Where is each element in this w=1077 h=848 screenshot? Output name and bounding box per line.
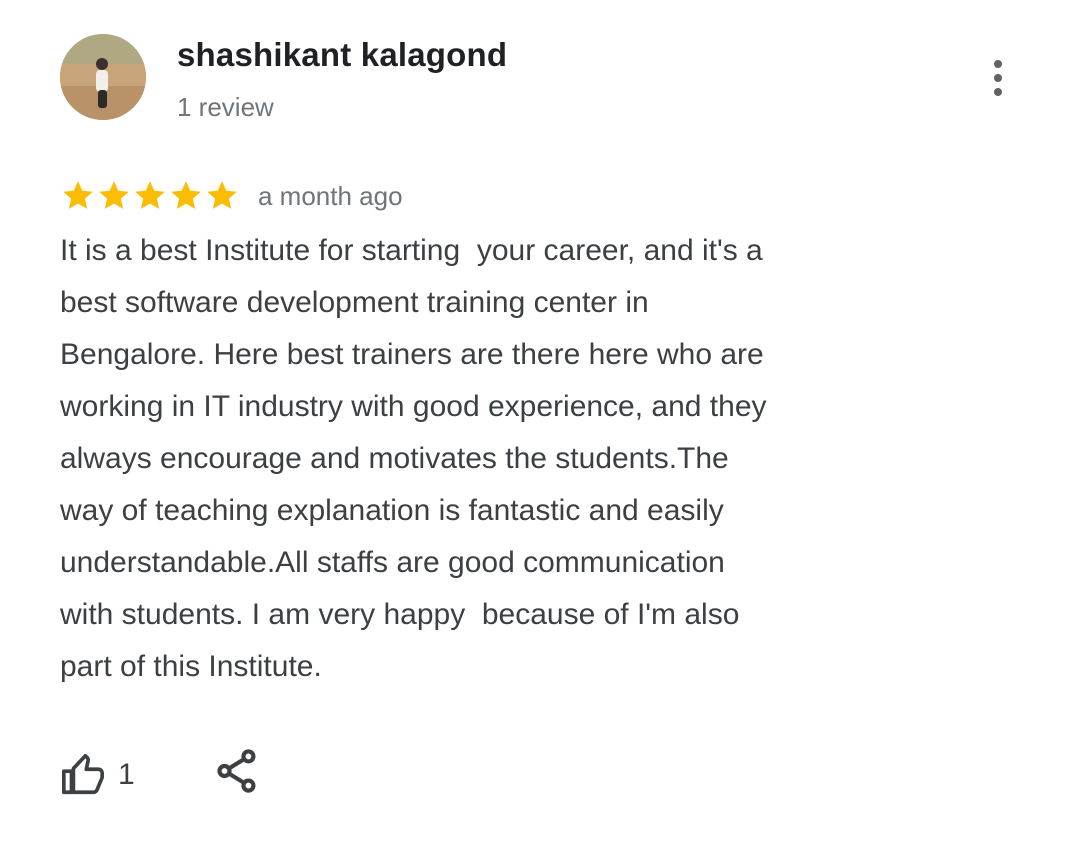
review-text-line: way of teaching explanation is fantastic… (60, 494, 724, 527)
review-text-line: working in IT industry with good experie… (60, 390, 767, 423)
star-rating (60, 178, 240, 214)
review-text-line: It is a best Institute for starting your… (60, 234, 763, 267)
review-date: a month ago (258, 180, 403, 211)
more-vert-icon-dot (994, 74, 1002, 82)
star-icon (204, 178, 240, 214)
rating-row: a month ago (60, 176, 403, 216)
reviewer-avatar[interactable] (60, 34, 146, 120)
star-icon (132, 178, 168, 214)
review-text-line: with students. I am very happy because o… (60, 598, 740, 631)
more-vert-icon-dot (994, 88, 1002, 96)
share-icon (217, 749, 256, 793)
review-text-line: best software development training cente… (60, 286, 649, 319)
more-vert-icon (994, 60, 1002, 68)
review-text: It is a best Institute for starting your… (60, 225, 960, 693)
thumbs-up-icon (62, 754, 104, 795)
share-button[interactable] (212, 746, 262, 796)
review-text-line: always encourage and motivates the stude… (60, 442, 729, 475)
star-icon (60, 178, 96, 214)
review-text-line: Bengalore. Here best trainers are there … (60, 338, 764, 371)
more-options-button[interactable] (980, 56, 1016, 100)
like-count: 1 (118, 758, 135, 791)
like-button[interactable]: 1 (60, 750, 135, 800)
review-count: 1 review (177, 92, 274, 122)
star-icon (168, 178, 204, 214)
star-icon (96, 178, 132, 214)
user-photo-avatar-icon (60, 34, 146, 120)
review-text-line: part of this Institute. (60, 650, 322, 683)
review-text-line: understandable.All staffs are good commu… (60, 546, 725, 579)
reviewer-name[interactable]: shashikant kalagond (177, 36, 507, 74)
